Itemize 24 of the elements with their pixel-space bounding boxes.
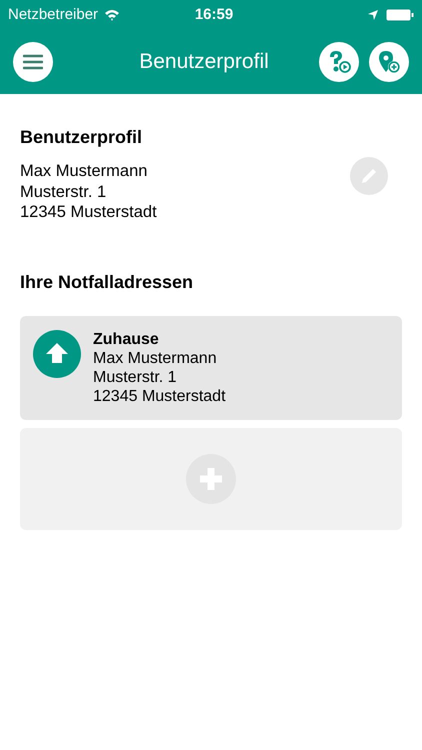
pencil-icon xyxy=(360,167,378,185)
clock-time: 16:59 xyxy=(194,4,234,25)
location-arrow-icon xyxy=(368,10,378,20)
profile-address-line: Max Mustermann xyxy=(20,161,148,182)
page-title: Benutzerprofil xyxy=(139,49,269,76)
address-title: Zuhause xyxy=(93,330,160,348)
address-line: Musterstr. 1 xyxy=(93,368,178,386)
wifi-icon xyxy=(104,9,120,21)
address-line: 12345 Musterstadt xyxy=(93,386,226,406)
section-heading: Ihre Notfalladressen xyxy=(20,270,194,294)
menu-icon xyxy=(23,54,43,70)
profile-address-line: Musterstr. 1 xyxy=(20,182,108,202)
house-icon xyxy=(33,330,81,378)
add-location-button[interactable] xyxy=(369,42,409,82)
address-line: Max Mustermann xyxy=(93,348,218,368)
profile-address-line: 12345 Musterstadt xyxy=(20,202,158,222)
menu-button[interactable] xyxy=(13,42,53,82)
map-pin-plus-icon xyxy=(376,49,402,75)
address-card[interactable]: Zuhause Max Mustermann Musterstr. 1 12345 Musterstadt xyxy=(20,316,402,420)
battery-icon xyxy=(386,9,414,21)
plus-icon xyxy=(186,454,236,504)
section-heading: Benutzerprofil xyxy=(20,126,144,149)
carrier-name: Netzbetreiber xyxy=(8,4,98,25)
help-video-button[interactable] xyxy=(319,42,359,82)
